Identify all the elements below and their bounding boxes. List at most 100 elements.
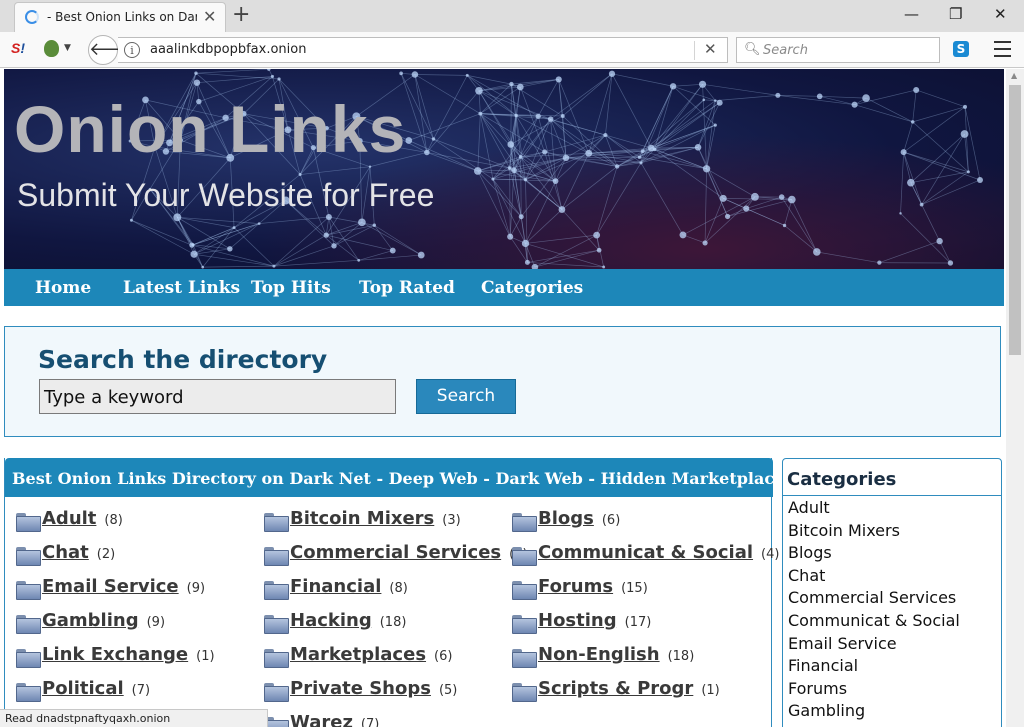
sidebar-category-link[interactable]: Gambling (788, 700, 960, 723)
category-count: (4) (761, 547, 780, 562)
site-title: Onion Links (14, 92, 407, 166)
category-count: (1) (196, 649, 215, 664)
categories-sidebar: Categories Adult Bitcoin Mixers Blogs Chat C… (782, 458, 1002, 727)
category-count: (3) (442, 513, 461, 528)
category-link[interactable]: Commercial Services (2) (290, 542, 528, 563)
folder-icon (264, 581, 289, 600)
category-count: (9) (146, 615, 166, 630)
skype-icon[interactable]: S (953, 41, 969, 57)
page-viewport: Onion Links Submit Your Website for Free… (0, 69, 1006, 727)
category-count: (18) (379, 615, 407, 630)
category-link[interactable]: Hosting (17) (538, 610, 651, 631)
sidebar-category-link[interactable]: Adult (788, 497, 960, 520)
category-count: (6) (434, 649, 453, 664)
search-button[interactable]: Search (416, 379, 516, 414)
category-count: (7) (131, 683, 151, 698)
status-bar: Read dnadstpnaftyqaxh.onion (0, 709, 268, 727)
category-link[interactable]: Non-English (18) (538, 644, 694, 665)
category-link[interactable]: Adult (8) (42, 508, 123, 529)
folder-icon (264, 649, 289, 668)
category-link[interactable]: Scripts & Progr (1) (538, 678, 720, 699)
onion-extension-icon[interactable] (44, 40, 59, 57)
folder-icon (264, 683, 289, 702)
divider (783, 495, 1001, 496)
restore-icon[interactable]: ❐ (949, 4, 962, 24)
category-count: (6) (601, 513, 621, 528)
sidebar-category-link[interactable]: Forums (788, 678, 960, 701)
category-link[interactable]: Email Service (9) (42, 576, 205, 597)
search-placeholder: Search (763, 43, 808, 58)
category-link[interactable]: Financial (8) (290, 576, 408, 597)
back-button[interactable]: 🡐 (88, 35, 137, 65)
category-link[interactable]: Forums (15) (538, 576, 648, 597)
nav-categories[interactable]: Categories (481, 278, 583, 298)
search-icon: 🔍︎ (744, 42, 761, 57)
url-text[interactable]: aaalinkdbpopbfax.onion (150, 42, 306, 57)
folder-icon (512, 649, 537, 668)
sidebar-category-link[interactable]: Bitcoin Mixers (788, 520, 960, 543)
chevron-down-icon[interactable]: ▼ (64, 43, 71, 53)
keyword-input[interactable]: Type a keyword (39, 379, 396, 414)
nav-top-rated[interactable]: Top Rated (359, 278, 455, 298)
divider (694, 41, 695, 60)
category-link[interactable]: Political (7) (42, 678, 150, 699)
minimize-icon[interactable]: — (904, 4, 919, 24)
folder-icon (512, 581, 537, 600)
folder-icon (16, 615, 41, 634)
sidebar-category-link[interactable]: Communicat & Social (788, 610, 960, 633)
extension-s-icon[interactable]: S! (11, 40, 25, 56)
folder-icon (264, 547, 289, 566)
main-nav: Home Latest Links Top Hits Top Rated Cat… (4, 269, 1004, 306)
category-link[interactable]: Link Exchange (1) (42, 644, 215, 665)
nav-latest-links[interactable]: Latest Links (123, 278, 240, 298)
scroll-up-icon[interactable]: ▲ (1011, 71, 1017, 80)
folder-icon (16, 683, 41, 702)
category-count: (2) (96, 547, 116, 562)
browser-toolbar: S! ▼ 🡐 i aaalinkdbpopbfax.onion ✕ 🔍︎ Sea… (0, 32, 1024, 68)
nav-home[interactable]: Home (35, 278, 91, 298)
tab-close-icon[interactable]: ✕ (203, 8, 216, 26)
new-tab-icon[interactable]: + (232, 3, 250, 27)
folder-icon (16, 547, 41, 566)
search-heading: Search the directory (38, 345, 328, 374)
sidebar-category-link[interactable]: Financial (788, 655, 960, 678)
info-icon[interactable]: i (124, 42, 140, 58)
category-count: (15) (621, 581, 648, 596)
sidebar-category-link[interactable]: Commercial Services (788, 587, 960, 610)
category-link[interactable]: Hacking (18) (290, 610, 406, 631)
menu-icon[interactable] (994, 41, 1011, 57)
category-link[interactable]: Bitcoin Mixers (3) (290, 508, 461, 529)
category-link[interactable]: Blogs (6) (538, 508, 620, 529)
folder-icon (512, 547, 537, 566)
category-link[interactable]: Private Shops (5) (290, 678, 457, 699)
category-link[interactable]: Chat (2) (42, 542, 115, 563)
category-link[interactable]: Communicat & Social (4) (538, 542, 779, 563)
folder-icon (512, 615, 537, 634)
clear-url-icon[interactable]: ✕ (704, 40, 717, 58)
category-count: (7) (360, 717, 380, 727)
tab-title: - Best Onion Links on Dar... (47, 10, 197, 24)
directory-panel: Best Onion Links Directory on Dark Net -… (4, 458, 793, 727)
browser-search-input[interactable]: 🔍︎ Search (736, 37, 940, 63)
folder-icon (16, 649, 41, 668)
folder-icon (512, 683, 537, 702)
directory-header: Best Onion Links Directory on Dark Net -… (5, 458, 793, 497)
category-count: (8) (389, 581, 408, 596)
browser-tab[interactable]: - Best Onion Links on Dar... ✕ (14, 2, 226, 32)
scrollbar-thumb[interactable] (1009, 85, 1021, 355)
category-link[interactable]: Gambling (9) (42, 610, 165, 631)
category-count: (18) (667, 649, 695, 664)
sidebar-category-link[interactable]: Chat (788, 565, 960, 588)
category-link[interactable]: Marketplaces (6) (290, 644, 452, 665)
nav-top-hits[interactable]: Top Hits (251, 278, 331, 298)
window-close-icon[interactable]: ✕ (994, 4, 1007, 24)
sidebar-title: Categories (787, 469, 897, 490)
address-bar[interactable]: i aaalinkdbpopbfax.onion ✕ (118, 37, 728, 63)
category-link[interactable]: Warez (7) (290, 712, 379, 727)
category-count: (8) (104, 513, 123, 528)
sidebar-list: Adult Bitcoin Mixers Blogs Chat Commercial S… (788, 497, 960, 723)
sidebar-category-link[interactable]: Blogs (788, 542, 960, 565)
sidebar-category-link[interactable]: Email Service (788, 633, 960, 656)
page-scrollbar[interactable]: ▲ (1006, 69, 1024, 727)
category-count: (9) (186, 581, 206, 596)
